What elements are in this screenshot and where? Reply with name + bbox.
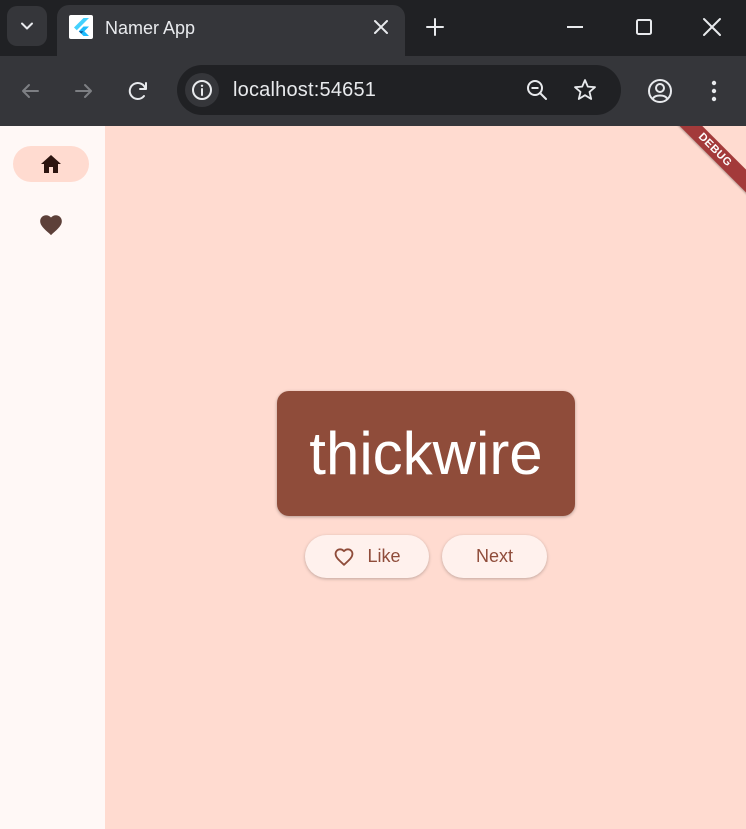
word-pair-card: thickwire xyxy=(277,391,575,516)
zoom-out-icon[interactable] xyxy=(524,77,550,103)
minimize-icon[interactable] xyxy=(562,14,588,40)
back-arrow-icon[interactable] xyxy=(16,77,44,105)
chevron-down-icon xyxy=(21,22,33,30)
next-button[interactable]: Next xyxy=(442,535,547,578)
browser-tab[interactable]: Namer App xyxy=(57,5,405,56)
heart-outline-icon xyxy=(335,547,354,566)
like-button[interactable]: Like xyxy=(305,535,429,578)
navigation-rail xyxy=(0,126,105,829)
reload-icon[interactable] xyxy=(124,77,152,105)
rail-item-favorites[interactable] xyxy=(13,208,89,244)
close-tab-icon[interactable] xyxy=(369,15,393,39)
url-port: :54651 xyxy=(313,79,377,101)
forward-arrow-icon[interactable] xyxy=(70,77,98,105)
rail-item-home[interactable] xyxy=(13,146,89,182)
favorite-icon xyxy=(40,215,62,236)
tab-search-button[interactable] xyxy=(7,6,47,46)
app-viewport: thickwire Like Next DEBUG xyxy=(0,126,746,829)
close-window-icon[interactable] xyxy=(699,14,725,40)
maximize-icon[interactable] xyxy=(631,14,657,40)
new-tab-icon[interactable] xyxy=(422,14,448,40)
tab-title: Namer App xyxy=(105,18,196,38)
address-bar[interactable]: localhost:54651 xyxy=(177,65,621,115)
profile-icon[interactable] xyxy=(645,76,675,106)
url-text: localhost:54651 xyxy=(233,79,376,102)
browser-toolbar: localhost:54651 xyxy=(0,56,746,126)
bookmark-star-icon[interactable] xyxy=(572,77,598,103)
site-info-button[interactable] xyxy=(185,73,219,107)
next-button-label: Next xyxy=(475,546,513,566)
url-host: localhost xyxy=(233,79,314,101)
like-button-label: Like xyxy=(367,546,401,566)
generator-page: thickwire Like Next xyxy=(105,126,746,829)
flutter-icon xyxy=(69,15,93,39)
info-icon xyxy=(192,80,212,100)
tab-strip: Namer App xyxy=(0,0,746,56)
more-menu-icon[interactable] xyxy=(700,77,728,105)
browser-window: Namer App localhost:54651 thickwire Like… xyxy=(0,0,746,829)
word-pair-text: thickwire xyxy=(309,420,543,487)
home-icon xyxy=(41,155,61,173)
